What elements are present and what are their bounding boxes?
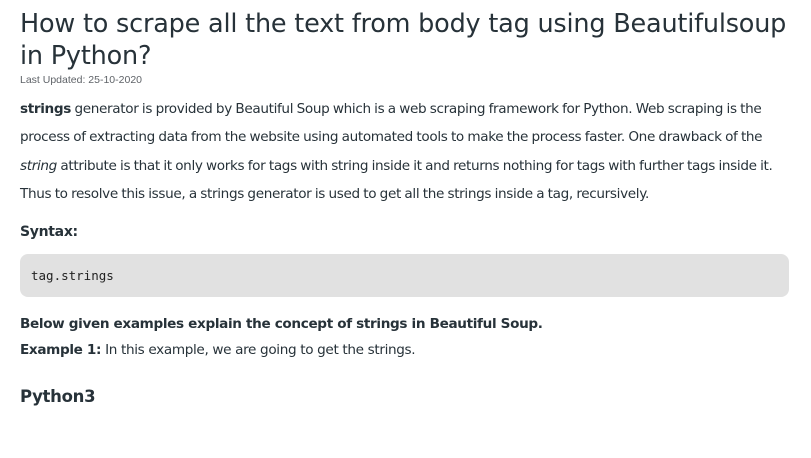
syntax-code-block: tag.strings — [20, 253, 789, 297]
examples-intro: Below given examples explain the concept… — [20, 315, 543, 332]
intro-italic-term: string — [20, 157, 57, 174]
example-1-line: Example 1: In this example, we are going… — [20, 340, 790, 360]
intro-text-part2: attribute is that it only works for tags… — [20, 157, 773, 203]
article-title: How to scrape all the text from body tag… — [20, 9, 787, 71]
intro-text-part1: generator is provided by Beautiful Soup … — [20, 101, 763, 146]
example-1-text: In this example, we are going to get the… — [101, 341, 416, 358]
intro-strong-term: strings — [20, 101, 72, 117]
article: How to scrape all the text from body tag… — [20, 8, 790, 408]
code-language-tab[interactable]: Python3 — [20, 386, 790, 408]
last-updated-date: Last Updated: 25-10-2020 — [20, 74, 143, 86]
example-1-label: Example 1: — [20, 341, 102, 358]
syntax-code: tag.strings — [31, 267, 114, 283]
syntax-heading: Syntax: — [20, 223, 78, 240]
intro-paragraph: strings generator is provided by Beautif… — [20, 95, 790, 209]
